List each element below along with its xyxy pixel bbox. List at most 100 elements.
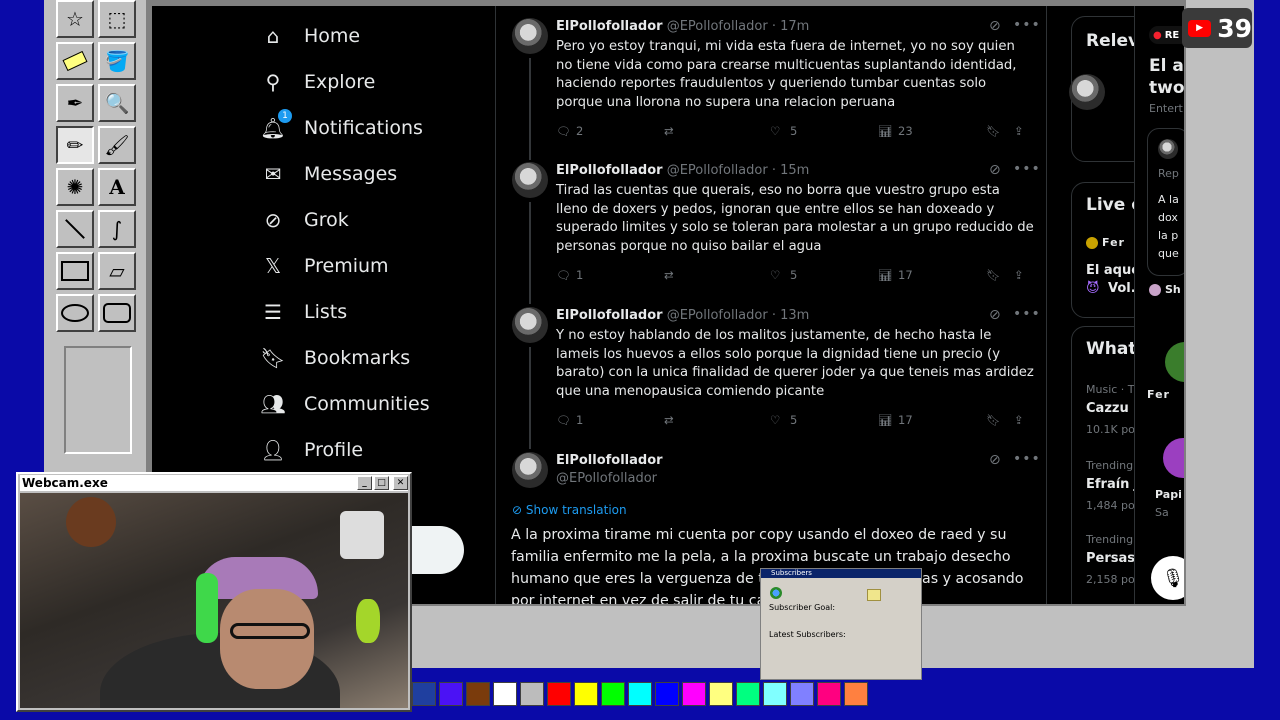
nav-item-premium[interactable]: 𝕏 Premium <box>260 253 389 279</box>
close-icon[interactable]: ✕ <box>393 476 408 490</box>
tweet-handle[interactable]: @EPollofollador <box>667 19 768 34</box>
avatar[interactable] <box>512 18 548 54</box>
reply-icon[interactable]: 🗨︎ <box>556 124 571 138</box>
tweet-author-name[interactable]: ElPollofollador <box>556 163 663 178</box>
palette-swatch[interactable] <box>412 682 436 706</box>
nav-item-profile[interactable]: 👤︎ Profile <box>260 437 363 463</box>
trend-name[interactable]: Cazzu <box>1086 401 1129 416</box>
nav-item-explore[interactable]: ⚲ Explore <box>260 69 376 95</box>
bookmark-icon[interactable]: 🔖︎ <box>986 124 1001 138</box>
palette-swatch[interactable] <box>466 682 490 706</box>
maximize-icon[interactable]: □ <box>374 476 389 490</box>
reply-icon[interactable]: 🗨︎ <box>556 413 571 427</box>
rounded-rect-tool-icon[interactable] <box>98 294 136 332</box>
palette-swatch[interactable] <box>682 682 706 706</box>
share-icon[interactable]: ⇪ <box>1014 268 1024 282</box>
like-icon[interactable]: ♡ <box>770 124 780 138</box>
microphone-icon[interactable]: 🎙︎ <box>1151 556 1184 600</box>
palette-swatch[interactable] <box>790 682 814 706</box>
palette-swatch[interactable] <box>736 682 760 706</box>
subscribers-title-bar[interactable]: Subscribers <box>761 569 921 578</box>
nav-item-notifications[interactable]: 🔔︎ 1 Notifications <box>260 109 423 141</box>
like-icon[interactable]: ♡ <box>770 413 780 427</box>
magnifier-tool-icon[interactable]: 🔍 <box>98 84 136 122</box>
grok-icon[interactable]: ⊘ <box>989 18 1001 34</box>
tweet-author-name[interactable]: ElPollofollador <box>556 19 663 34</box>
share-icon[interactable]: ⇪ <box>1014 413 1024 427</box>
trend-name[interactable]: Persas <box>1086 551 1135 566</box>
palette-swatch[interactable] <box>601 682 625 706</box>
tweet-author-name[interactable]: ElPollofollador <box>556 308 663 323</box>
tweet-time[interactable]: · 13m <box>772 308 809 323</box>
color-picker-tool-icon[interactable]: ✒ <box>56 84 94 122</box>
fill-bucket-tool-icon[interactable]: 🪣 <box>98 42 136 80</box>
tweet-handle[interactable]: @EPollofollador <box>667 163 768 178</box>
live-badge[interactable]: ● RE <box>1149 26 1184 44</box>
tweet-card[interactable]: ElPollofollador @EPollofollador · 17m ⊘ … <box>496 6 1046 160</box>
palette-swatch[interactable] <box>844 682 868 706</box>
like-icon[interactable]: ♡ <box>770 268 780 282</box>
repost-icon[interactable]: ⇄ <box>664 124 674 138</box>
rectangle-tool-icon[interactable] <box>56 252 94 290</box>
repost-icon[interactable]: ⇄ <box>664 268 674 282</box>
nav-item-grok[interactable]: ⊘ Grok <box>260 207 349 233</box>
subscribers-widget[interactable]: Subscribers Subscriber Goal: Latest Subs… <box>760 568 922 680</box>
eraser-tool-icon[interactable] <box>56 42 94 80</box>
tweet-handle[interactable]: @EPollofollador <box>556 471 657 486</box>
tweet-handle[interactable]: @EPollofollador <box>667 308 768 323</box>
reply-icon[interactable]: 🗨︎ <box>556 268 571 282</box>
views-icon[interactable]: 📊︎ <box>878 268 893 282</box>
minimize-icon[interactable]: _ <box>357 476 372 490</box>
palette-swatch[interactable] <box>547 682 571 706</box>
views-icon[interactable]: 📊︎ <box>878 124 893 138</box>
bookmark-icon[interactable]: 🔖︎ <box>986 268 1001 282</box>
more-options-icon[interactable]: ••• <box>1013 17 1041 33</box>
views-icon[interactable]: 📊︎ <box>878 413 893 427</box>
brush-tool-icon[interactable]: 🖌 <box>98 126 136 164</box>
reply-preview-card[interactable]: Rep A la dox la p que <box>1147 128 1184 276</box>
nav-item-home[interactable]: ⌂ Home <box>260 23 360 49</box>
more-options-icon[interactable]: ••• <box>1013 306 1041 322</box>
tweet-card[interactable]: ElPollofollador @EPollofollador · 13m ⊘ … <box>496 301 1046 449</box>
webcam-title-bar[interactable]: Webcam.exe _ □ ✕ <box>20 475 408 491</box>
palette-swatch[interactable] <box>520 682 544 706</box>
free-select-tool-icon[interactable]: ☆ <box>56 0 94 38</box>
polygon-tool-icon[interactable]: ▱ <box>98 252 136 290</box>
tool-options-box[interactable] <box>64 346 132 454</box>
palette-swatch[interactable] <box>763 682 787 706</box>
text-tool-icon[interactable]: A <box>98 168 136 206</box>
grok-icon[interactable]: ⊘ <box>989 162 1001 178</box>
nav-item-bookmarks[interactable]: 🔖︎ Bookmarks <box>260 345 410 371</box>
more-options-icon[interactable]: ••• <box>1013 451 1041 467</box>
nav-item-messages[interactable]: ✉ Messages <box>260 161 398 187</box>
palette-swatch[interactable] <box>628 682 652 706</box>
ellipse-tool-icon[interactable] <box>56 294 94 332</box>
share-icon[interactable]: ⇪ <box>1014 124 1024 138</box>
avatar[interactable] <box>512 307 548 343</box>
palette-swatch[interactable] <box>709 682 733 706</box>
line-tool-icon[interactable] <box>56 210 94 248</box>
trend-name[interactable]: Efraín J <box>1086 477 1139 492</box>
webcam-window[interactable]: Webcam.exe _ □ ✕ <box>16 472 412 712</box>
nav-item-communities[interactable]: 👥︎ Communities <box>260 391 429 417</box>
curve-tool-icon[interactable]: ∫ <box>98 210 136 248</box>
tweet-time[interactable]: · 15m <box>772 163 809 178</box>
rect-select-tool-icon[interactable]: ⬚ <box>98 0 136 38</box>
tweet-author-name[interactable]: ElPollofollador <box>556 453 663 468</box>
avatar[interactable] <box>512 162 548 198</box>
bookmark-icon[interactable]: 🔖︎ <box>986 413 1001 427</box>
tweet-time[interactable]: · 17m <box>772 19 809 34</box>
repost-icon[interactable]: ⇄ <box>664 413 674 427</box>
airbrush-tool-icon[interactable]: ✺ <box>56 168 94 206</box>
pencil-tool-icon[interactable]: ✏ <box>56 126 94 164</box>
palette-swatch[interactable] <box>817 682 841 706</box>
show-translation-link[interactable]: ⊘ Show translation <box>512 503 627 517</box>
palette-swatch[interactable] <box>493 682 517 706</box>
more-options-icon[interactable]: ••• <box>1013 161 1041 177</box>
palette-swatch[interactable] <box>655 682 679 706</box>
avatar[interactable] <box>512 452 548 488</box>
nav-item-lists[interactable]: ☰ Lists <box>260 299 347 325</box>
avatar[interactable] <box>1069 74 1105 110</box>
tweet-card[interactable]: ElPollofollador @EPollofollador · 15m ⊘ … <box>496 156 1046 304</box>
palette-swatch[interactable] <box>574 682 598 706</box>
